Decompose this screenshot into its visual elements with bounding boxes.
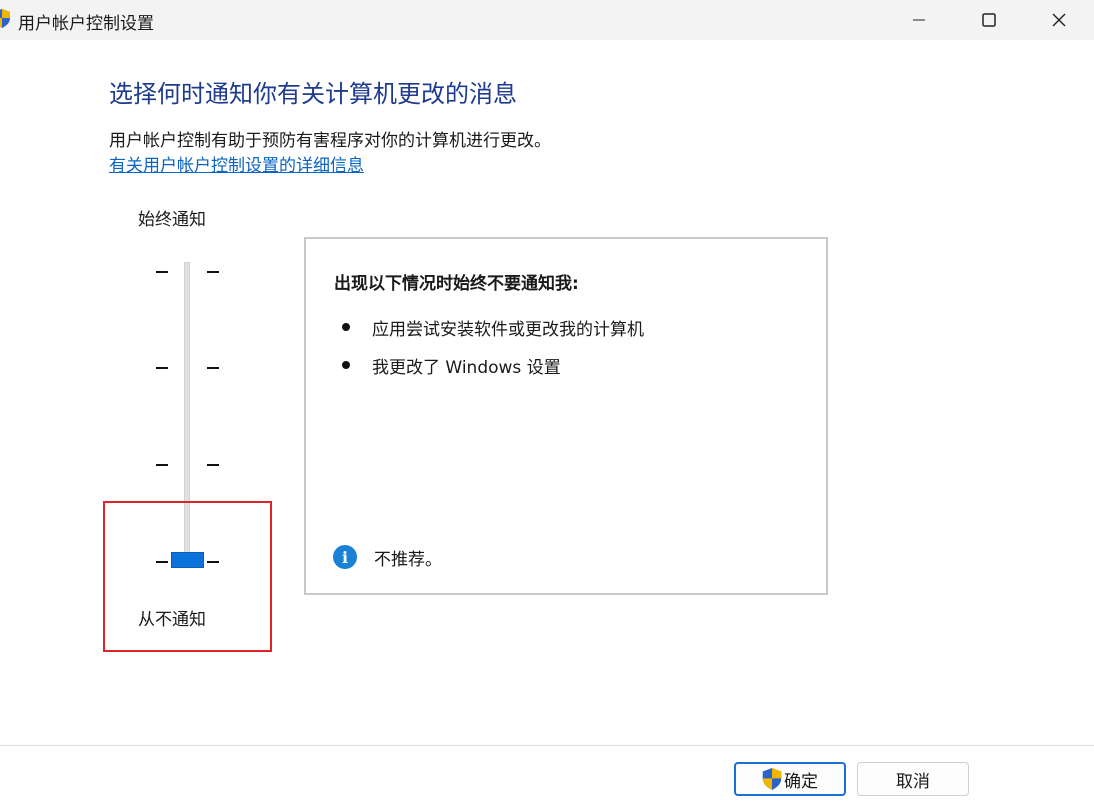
bullet-dot bbox=[342, 323, 350, 331]
slider-tick-left bbox=[156, 271, 168, 273]
uac-shield-icon bbox=[0, 9, 10, 28]
slider-tick-left bbox=[156, 367, 168, 369]
ok-label: 确定 bbox=[784, 771, 818, 792]
footer-divider bbox=[0, 745, 1094, 746]
slider-top-label: 始终通知 bbox=[138, 210, 206, 230]
bullet-item: 我更改了 Windows 设置 bbox=[372, 358, 561, 378]
help-link[interactable]: 有关用户帐户控制设置的详细信息 bbox=[109, 151, 364, 176]
info-icon: i bbox=[333, 545, 357, 569]
info-text: 不推荐。 bbox=[374, 550, 442, 570]
description-panel: 出现以下情况时始终不要通知我: 应用尝试安装软件或更改我的计算机 我更改了 Wi… bbox=[304, 237, 828, 595]
slider-tick-right bbox=[207, 464, 219, 466]
slider-tick-right bbox=[207, 271, 219, 273]
cancel-button[interactable]: 取消 bbox=[857, 762, 969, 796]
slider-tick-right bbox=[207, 367, 219, 369]
highlight-annotation bbox=[103, 501, 272, 652]
title-bar: 用户帐户控制设置 bbox=[0, 0, 1094, 40]
maximize-button[interactable] bbox=[954, 0, 1024, 40]
bullet-dot bbox=[342, 361, 350, 369]
window-title: 用户帐户控制设置 bbox=[18, 14, 154, 34]
minimize-icon bbox=[913, 19, 925, 21]
uac-shield-icon bbox=[762, 768, 782, 790]
ok-button[interactable]: 确定 bbox=[734, 762, 846, 796]
minimize-button[interactable] bbox=[884, 0, 954, 40]
description-text: 用户帐户控制有助于预防有害程序对你的计算机进行更改。 bbox=[109, 131, 551, 151]
slider-tick-left bbox=[156, 464, 168, 466]
cancel-label: 取消 bbox=[896, 771, 930, 792]
page-heading: 选择何时通知你有关计算机更改的消息 bbox=[109, 80, 517, 108]
close-icon bbox=[1052, 13, 1066, 27]
panel-heading: 出现以下情况时始终不要通知我: bbox=[334, 274, 579, 294]
bullet-item: 应用尝试安装软件或更改我的计算机 bbox=[372, 320, 644, 340]
close-button[interactable] bbox=[1024, 0, 1094, 40]
maximize-icon bbox=[982, 13, 996, 27]
